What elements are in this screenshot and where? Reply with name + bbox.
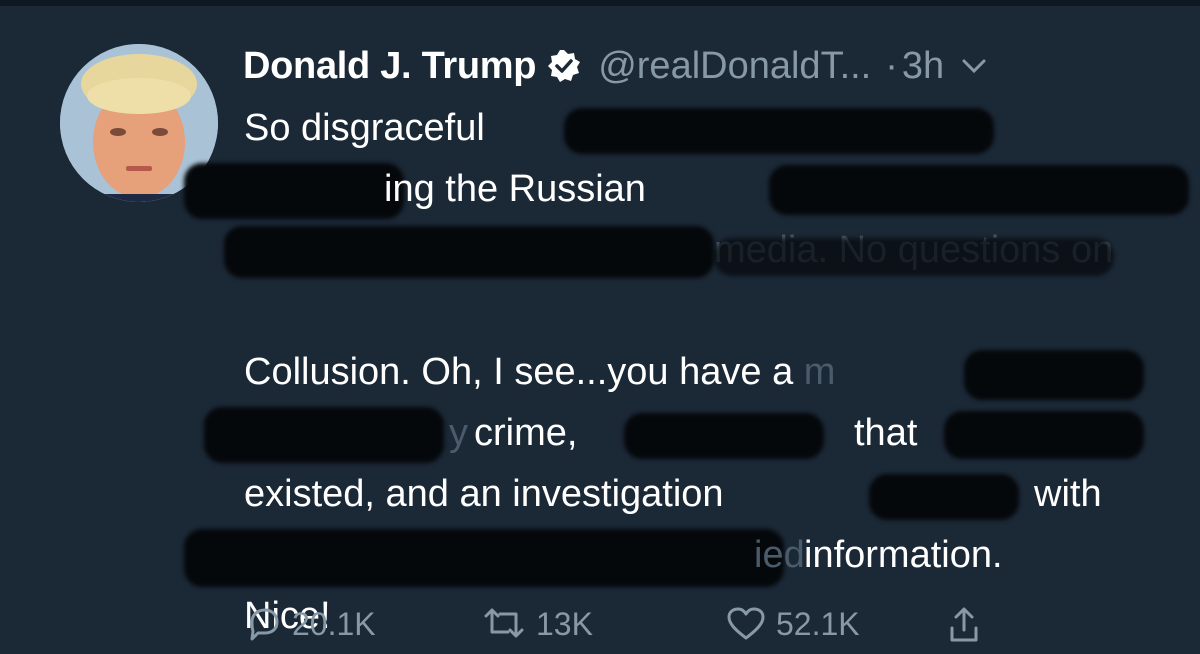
tweet-line: media. No questions on <box>224 220 1164 281</box>
redaction-mark <box>184 529 784 587</box>
redaction-mark <box>944 411 1144 459</box>
share-button[interactable] <box>944 604 992 644</box>
redaction-mark <box>769 165 1189 215</box>
tweet-text: So disgraceful ing the Russian media. No… <box>184 98 1189 647</box>
reply-icon <box>250 608 279 641</box>
separator-dot: · <box>885 44 898 87</box>
tweet-time[interactable]: 3h <box>902 45 944 88</box>
tweet-line-text: with <box>1034 473 1102 515</box>
tweet-header: Donald J. Trump @realDonaldT... · 3h <box>243 38 988 94</box>
redaction-mark <box>564 108 994 154</box>
tweet-line-text: information. <box>804 534 1003 576</box>
redaction-mark <box>224 226 714 278</box>
like-count: 52.1K <box>776 605 860 642</box>
tweet-line-text: that <box>854 412 918 454</box>
share-icon <box>950 607 978 642</box>
retweet-count: 13K <box>536 605 593 642</box>
redaction-mark <box>869 474 1019 520</box>
reply-button[interactable]: 20.1K <box>244 604 376 644</box>
like-button[interactable]: 52.1K <box>724 604 860 644</box>
redaction-mark <box>624 413 824 459</box>
reply-count: 20.1K <box>292 605 376 642</box>
tweet-line-text: existed, and an investigation <box>244 473 724 515</box>
retweet-icon <box>484 608 524 638</box>
top-divider <box>0 0 1200 6</box>
tweet-line: So disgraceful <box>244 98 1164 159</box>
tweet-line-text: Collusion. Oh, I see...you have a <box>244 351 794 393</box>
tweet-line-text: ing the Russian <box>384 168 646 210</box>
tweet-line-text: So disgraceful <box>244 107 485 149</box>
tweet-line: up y crime, that <box>204 403 1164 464</box>
tweet-line: existed, and an investigation with <box>244 464 1164 525</box>
chevron-down-icon[interactable] <box>960 52 988 80</box>
redaction-mark <box>184 163 404 219</box>
retweet-button[interactable]: 13K <box>480 604 593 644</box>
tweet-line-text: crime, <box>474 412 578 454</box>
tweet-line: ied information. <box>184 525 1164 587</box>
tweet-line: Collusion. Oh, I see...you have a m <box>244 342 1164 403</box>
redaction-mark <box>714 238 1114 276</box>
author-handle[interactable]: @realDonaldT... <box>598 45 871 88</box>
tweet-line-faded-text: y <box>449 412 468 454</box>
verified-badge-icon <box>546 48 582 84</box>
redaction-mark <box>204 407 444 463</box>
tweet-line-faded-text: ied <box>754 534 805 576</box>
tweet-line: ing the Russian <box>184 159 1189 220</box>
heart-icon <box>727 607 765 640</box>
redaction-mark <box>964 350 1144 400</box>
tweet-line-faded-text: m <box>803 351 836 393</box>
author-name[interactable]: Donald J. Trump <box>243 45 537 88</box>
